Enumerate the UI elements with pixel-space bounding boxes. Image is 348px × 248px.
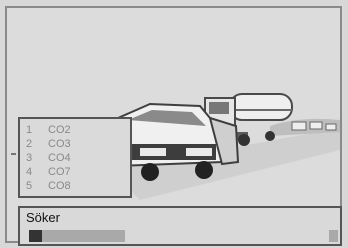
- channel-list-item[interactable]: 3 CO4: [26, 151, 71, 165]
- channel-name: CO4: [48, 152, 71, 164]
- channel-list-item[interactable]: 2 CO3: [26, 137, 71, 151]
- channel-number: 4: [26, 166, 33, 178]
- channel-number: 1: [26, 124, 33, 136]
- channel-number: 2: [26, 138, 33, 150]
- channel-list-item[interactable]: 4 CO7: [26, 165, 71, 179]
- channel-list-item[interactable]: 1 CO2: [26, 123, 71, 137]
- progress-end-marker: [329, 230, 338, 242]
- channel-number: 3: [26, 152, 33, 164]
- channel-name: CO7: [48, 166, 71, 178]
- channel-name: CO3: [48, 138, 71, 150]
- channel-list: 1 CO2 2 CO3 3 CO4 4 CO7 5 CO8: [18, 117, 132, 198]
- search-status-label: Söker: [26, 210, 60, 225]
- search-progress-fill: [29, 230, 43, 242]
- search-progress-bar: [29, 230, 125, 242]
- channel-name: CO8: [48, 180, 71, 192]
- channel-list-item[interactable]: 5 CO8: [26, 179, 71, 193]
- tv-screen: 1 CO2 2 CO3 3 CO4 4 CO7 5 CO8 Söker: [0, 0, 348, 248]
- side-marker: [11, 153, 16, 155]
- channel-name: CO2: [48, 124, 71, 136]
- channel-number: 5: [26, 180, 33, 192]
- search-status-panel: Söker: [18, 206, 342, 246]
